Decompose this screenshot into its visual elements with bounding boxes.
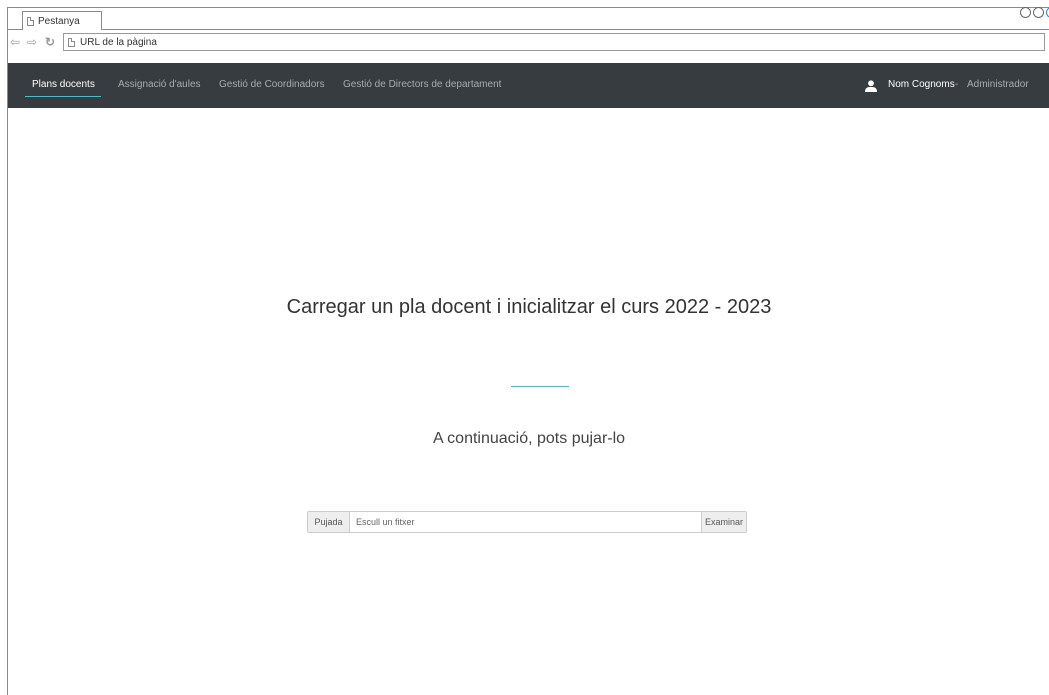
file-upload-group: Pujada Escull un fitxer Examinar bbox=[307, 511, 747, 533]
browse-button[interactable]: Examinar bbox=[702, 511, 747, 533]
user-name[interactable]: Nom Cognoms bbox=[888, 79, 955, 90]
address-bar: ⇦ ⇨ ↻ URL de la pàgina bbox=[8, 30, 1049, 56]
page-icon bbox=[27, 16, 34, 26]
browser-window: Pestanya ⇦ ⇨ ↻ URL de la pàgina Plans do… bbox=[7, 7, 1049, 695]
active-nav-indicator bbox=[25, 96, 101, 97]
tab-title: Pestanya bbox=[38, 15, 80, 27]
back-arrow-icon[interactable]: ⇦ bbox=[10, 36, 20, 48]
window-controls bbox=[1020, 7, 1049, 18]
url-field[interactable]: URL de la pàgina bbox=[63, 33, 1045, 51]
nav-item-gestio-directors[interactable]: Gestió de Directors de departament bbox=[343, 79, 501, 90]
maximize-icon[interactable] bbox=[1033, 7, 1044, 18]
tab-bar: Pestanya bbox=[8, 7, 1049, 30]
minimize-icon[interactable] bbox=[1020, 7, 1031, 18]
file-input[interactable]: Escull un fitxer bbox=[350, 511, 702, 533]
user-icon bbox=[865, 80, 877, 92]
user-separator: - bbox=[955, 79, 959, 90]
top-navbar: Plans docents Assignació d'aules Gestió … bbox=[8, 63, 1049, 108]
nav-item-gestio-coordinadors[interactable]: Gestió de Coordinadors bbox=[219, 79, 325, 90]
title-divider bbox=[511, 386, 569, 387]
page-icon bbox=[68, 37, 75, 47]
reload-icon[interactable]: ↻ bbox=[45, 36, 55, 48]
forward-arrow-icon[interactable]: ⇨ bbox=[27, 36, 37, 48]
nav-item-assignacio-aules[interactable]: Assignació d'aules bbox=[118, 79, 201, 90]
user-role: Administrador bbox=[967, 79, 1029, 90]
url-text: URL de la pàgina bbox=[80, 36, 157, 48]
page-subtitle: A continuació, pots pujar-lo bbox=[432, 430, 626, 447]
nav-item-plans-docents[interactable]: Plans docents bbox=[32, 79, 95, 90]
browser-tab[interactable]: Pestanya bbox=[22, 11, 102, 30]
page-title: Carregar un pla docent i inicialitzar el… bbox=[286, 296, 772, 318]
upload-label: Pujada bbox=[307, 511, 350, 533]
